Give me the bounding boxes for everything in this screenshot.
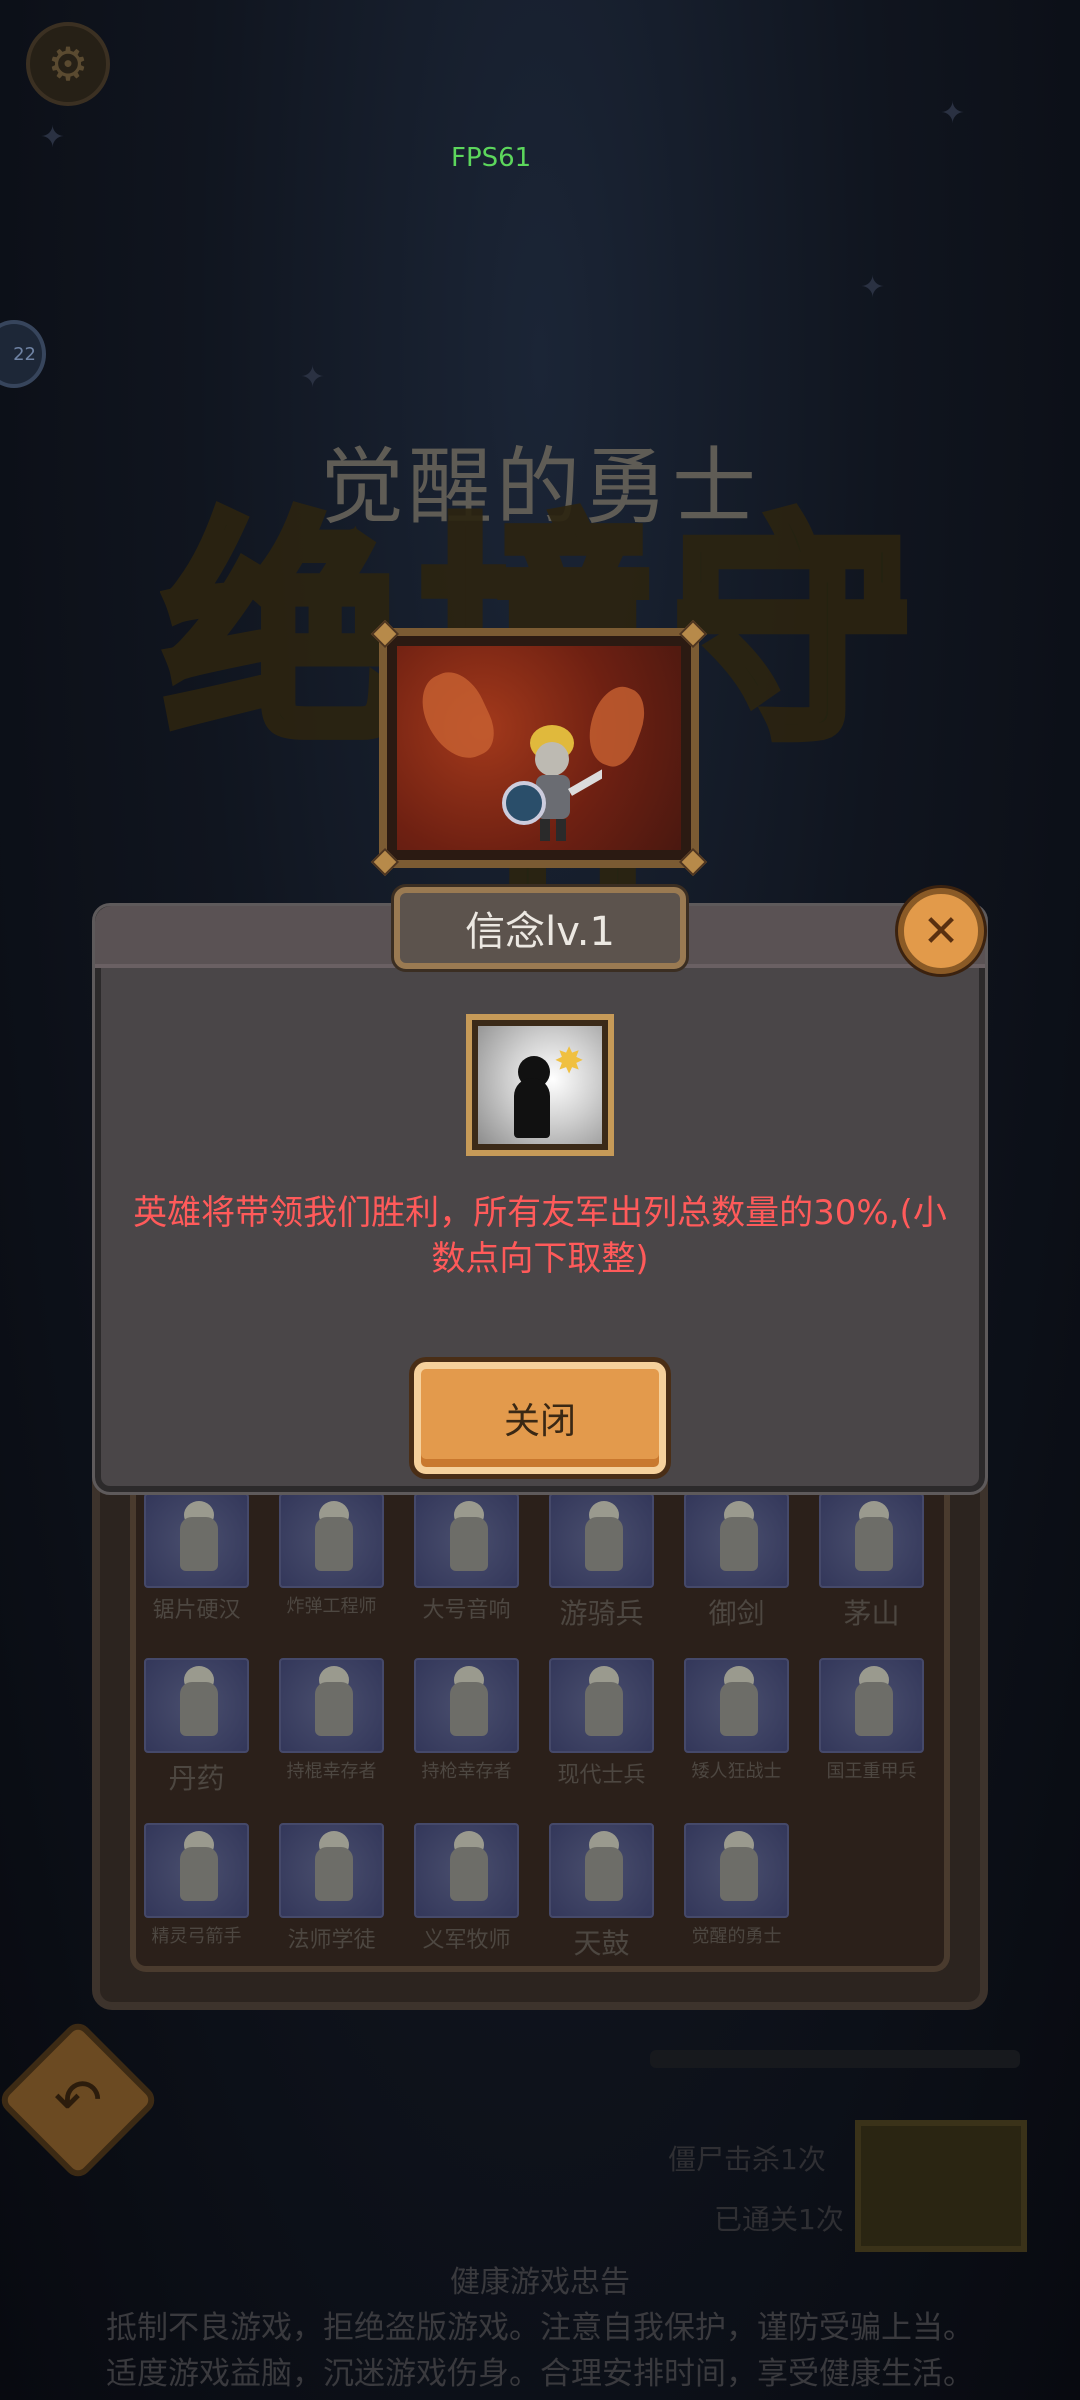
unit-name: 茅山 [843, 1597, 900, 1630]
unit-portrait [414, 1823, 519, 1918]
unit-card[interactable]: 游骑兵 [549, 1493, 654, 1632]
divider [650, 2050, 1020, 2068]
close-dialog-button[interactable]: 关闭 [414, 1362, 666, 1474]
belief-skill-icon: ✸ [466, 1014, 614, 1156]
unit-portrait [279, 1658, 384, 1753]
unit-card[interactable]: 御剑 [684, 1493, 789, 1632]
unit-portrait [549, 1823, 654, 1918]
unit-card[interactable]: 觉醒的勇士 [684, 1823, 789, 1962]
unit-portrait [549, 1658, 654, 1753]
health-notice-line: 适度游戏益脑，沉迷游戏伤身。合理安排时间，享受健康生活。 [106, 2356, 974, 2392]
unit-name: 法师学徒 [287, 1928, 376, 1953]
settings-gear-icon[interactable]: ⚙ [26, 22, 110, 106]
unit-portrait [414, 1658, 519, 1753]
unit-card[interactable]: 国王重甲兵 [819, 1658, 924, 1797]
star-decoration: ✦ [860, 270, 886, 305]
star-decoration: ✦ [940, 96, 966, 131]
unit-portrait [684, 1493, 789, 1588]
star-decoration: ✦ [40, 120, 66, 155]
unit-name: 国王重甲兵 [826, 1761, 917, 1782]
unit-name: 现代士兵 [557, 1763, 646, 1788]
hero-figure-icon [502, 725, 602, 841]
unit-name: 御剑 [708, 1597, 765, 1630]
hero-portrait [370, 619, 708, 877]
unit-card[interactable]: 炸弹工程师 [279, 1493, 384, 1632]
unit-card[interactable]: 大号音响 [414, 1493, 519, 1632]
unit-card[interactable]: 法师学徒 [279, 1823, 384, 1962]
unit-portrait [819, 1658, 924, 1753]
unit-card[interactable]: 现代士兵 [549, 1658, 654, 1797]
unit-name: 义军牧师 [422, 1928, 511, 1953]
unit-name: 矮人狂战士 [691, 1761, 782, 1782]
unit-portrait [549, 1493, 654, 1588]
unit-name: 持枪幸存者 [421, 1761, 512, 1782]
unit-card[interactable]: 精灵弓箭手 [144, 1823, 249, 1962]
unit-grid: 锯片硬汉 炸弹工程师 大号音响 游骑兵 御剑 茅山 丹药 持棍幸存者 持枪幸存者… [144, 1493, 944, 1962]
unit-portrait [144, 1823, 249, 1918]
unit-portrait [819, 1493, 924, 1588]
kill-stat-text: 僵尸击杀1次 [668, 2143, 826, 2176]
health-notice-line: 抵制不良游戏，拒绝盗版游戏。注意自我保护，谨防受骗上当。 [106, 2310, 974, 2346]
unit-name: 觉醒的勇士 [691, 1926, 782, 1947]
unit-name: 丹药 [168, 1762, 225, 1795]
unit-portrait [279, 1823, 384, 1918]
unit-name: 大号音响 [422, 1598, 511, 1623]
unit-card[interactable]: 丹药 [144, 1658, 249, 1797]
unit-portrait [144, 1493, 249, 1588]
unit-portrait [279, 1493, 384, 1588]
unit-name: 天鼓 [573, 1927, 630, 1960]
clear-stat-text: 已通关1次 [714, 2203, 844, 2236]
unit-portrait [684, 1658, 789, 1753]
unit-name: 游骑兵 [559, 1597, 644, 1630]
unit-name: 持棍幸存者 [286, 1761, 377, 1782]
unit-card[interactable]: 天鼓 [549, 1823, 654, 1962]
unit-name: 锯片硬汉 [152, 1598, 241, 1623]
unit-portrait [144, 1658, 249, 1753]
unit-portrait [414, 1493, 519, 1588]
dialog-title: 信念lv.1 [394, 887, 686, 969]
star-decoration: ✦ [300, 360, 326, 395]
skill-description: 英雄将带领我们胜利，所有友军出列总数量的30%,(小数点向下取整) [133, 1193, 947, 1279]
unit-name: 精灵弓箭手 [151, 1926, 242, 1947]
fps-counter: FPS61 [451, 143, 532, 173]
unit-portrait [684, 1823, 789, 1918]
unit-card[interactable]: 义军牧师 [414, 1823, 519, 1962]
health-notice-title: 健康游戏忠告 [450, 2265, 630, 2300]
unit-card[interactable]: 锯片硬汉 [144, 1493, 249, 1632]
unit-card[interactable]: 矮人狂战士 [684, 1658, 789, 1797]
close-icon[interactable]: ✕ [898, 888, 984, 974]
unit-name: 炸弹工程师 [286, 1596, 377, 1617]
unit-card[interactable]: 持枪幸存者 [414, 1658, 519, 1797]
reward-stamp [855, 2120, 1027, 2252]
unit-card[interactable]: 茅山 [819, 1493, 924, 1632]
unit-card[interactable]: 持棍幸存者 [279, 1658, 384, 1797]
back-arrow-icon: ↶ [53, 2066, 103, 2134]
